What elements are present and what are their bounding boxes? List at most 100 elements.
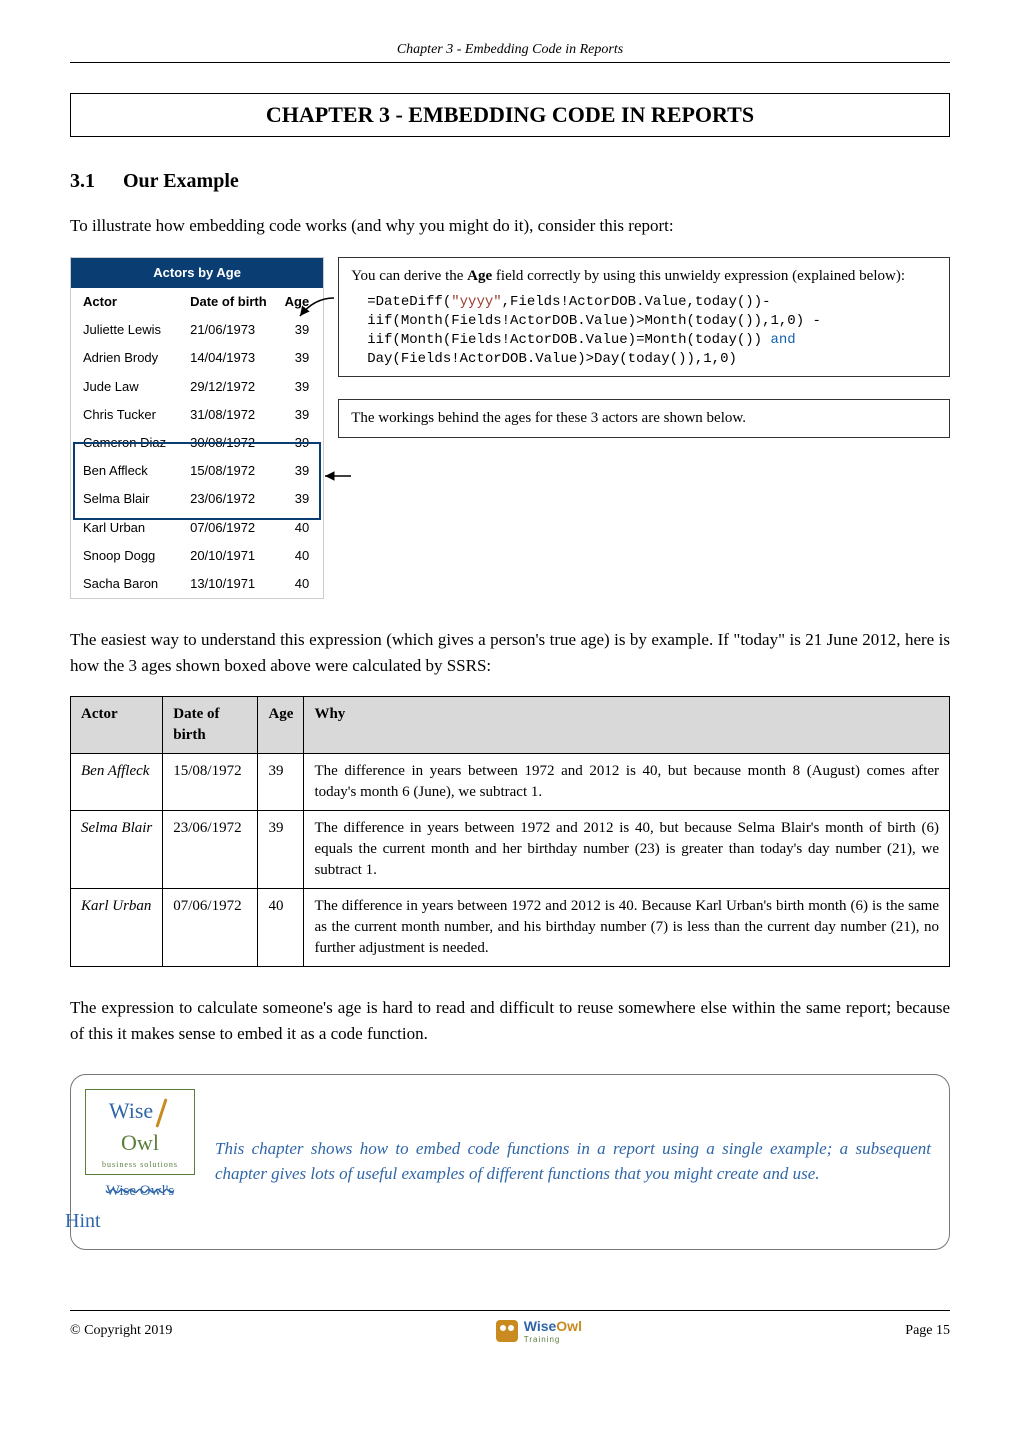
logo-subtitle: business solutions bbox=[90, 1159, 190, 1170]
callout-lead: You can derive the Age field correctly b… bbox=[351, 266, 937, 287]
cell-actor: Chris Tucker bbox=[71, 401, 178, 429]
callout-expression: You can derive the Age field correctly b… bbox=[338, 257, 950, 378]
cell-age: 39 bbox=[258, 811, 304, 889]
cell-actor: Adrien Brody bbox=[71, 344, 178, 372]
actors-report: Actors by Age Actor Date of birth Age Ju… bbox=[70, 257, 324, 599]
section-title: Our Example bbox=[123, 170, 239, 192]
cell-age: 39 bbox=[279, 457, 324, 485]
cell-actor: Juliette Lewis bbox=[71, 316, 178, 344]
cell-dob: 07/06/1972 bbox=[163, 889, 258, 967]
why-col-age: Age bbox=[258, 697, 304, 754]
col-age: Age bbox=[279, 288, 324, 316]
cell-age: 40 bbox=[258, 889, 304, 967]
table-row: Ben Affleck15/08/197239The difference in… bbox=[71, 754, 950, 811]
footer-training: Training bbox=[524, 1334, 582, 1345]
table-row: Karl Urban07/06/197240 bbox=[71, 514, 323, 542]
paragraph-conclusion: The expression to calculate someone's ag… bbox=[70, 995, 950, 1046]
callout-workings-text: The workings behind the ages for these 3… bbox=[351, 410, 746, 426]
code-l3-kw: and bbox=[770, 332, 795, 348]
cell-actor: Selma Blair bbox=[71, 811, 163, 889]
cell-actor: Ben Affleck bbox=[71, 457, 178, 485]
cell-dob: 23/06/1972 bbox=[178, 485, 279, 513]
table-row: Selma Blair23/06/197239 bbox=[71, 485, 323, 513]
why-col-dob: Date of birth bbox=[163, 697, 258, 754]
cell-age: 40 bbox=[279, 514, 324, 542]
hint-box: WiseOwl business solutions Wise Owl's Hi… bbox=[70, 1074, 950, 1250]
cell-age: 39 bbox=[279, 344, 324, 372]
cell-age: 39 bbox=[279, 316, 324, 344]
callout-lead-a: You can derive the bbox=[351, 268, 467, 284]
cell-dob: 31/08/1972 bbox=[178, 401, 279, 429]
cell-dob: 20/10/1971 bbox=[178, 542, 279, 570]
code-l1a: =DateDiff( bbox=[367, 294, 451, 310]
table-row: Snoop Dogg20/10/197140 bbox=[71, 542, 323, 570]
logo-owl: Owl bbox=[121, 1130, 159, 1155]
cell-age: 39 bbox=[258, 754, 304, 811]
code-l3a: iif(Month(Fields!ActorDOB.Value)=Month(t… bbox=[367, 332, 770, 348]
callout-lead-bold: Age bbox=[467, 268, 492, 284]
why-table: Actor Date of birth Age Why Ben Affleck1… bbox=[70, 696, 950, 967]
logo-struck-inner: Wise Owl's bbox=[106, 1183, 174, 1199]
table-row: Sacha Baron13/10/197140 bbox=[71, 570, 323, 598]
page-footer: © Copyright 2019 WiseOwl Training Page 1… bbox=[70, 1310, 950, 1346]
col-actor: Actor bbox=[71, 288, 178, 316]
intro-paragraph: To illustrate how embedding code works (… bbox=[70, 213, 950, 239]
footer-wise: Wise bbox=[524, 1318, 557, 1334]
cell-why: The difference in years between 1972 and… bbox=[304, 811, 950, 889]
table-row: Jude Law29/12/197239 bbox=[71, 373, 323, 401]
footer-owl: Owl bbox=[556, 1318, 582, 1334]
cell-dob: 29/12/1972 bbox=[178, 373, 279, 401]
cell-age: 39 bbox=[279, 373, 324, 401]
logo-struck-text: Wise Owl's bbox=[106, 1181, 174, 1202]
owl-badge-icon bbox=[496, 1320, 518, 1342]
footer-copyright: © Copyright 2019 bbox=[70, 1321, 172, 1341]
cell-dob: 15/08/1972 bbox=[178, 457, 279, 485]
cell-dob: 30/08/1972 bbox=[178, 429, 279, 457]
cell-dob: 13/10/1971 bbox=[178, 570, 279, 598]
cell-actor: Karl Urban bbox=[71, 889, 163, 967]
paragraph-explain: The easiest way to understand this expre… bbox=[70, 627, 950, 678]
cell-age: 39 bbox=[279, 485, 324, 513]
table-row: Selma Blair23/06/197239The difference in… bbox=[71, 811, 950, 889]
cell-why: The difference in years between 1972 and… bbox=[304, 889, 950, 967]
cell-actor: Jude Law bbox=[71, 373, 178, 401]
cell-dob: 14/04/1973 bbox=[178, 344, 279, 372]
chapter-title: CHAPTER 3 - EMBEDDING CODE IN REPORTS bbox=[81, 100, 939, 131]
cell-actor: Selma Blair bbox=[71, 485, 178, 513]
table-row: Ben Affleck15/08/197239 bbox=[71, 457, 323, 485]
table-row: Karl Urban07/06/197240The difference in … bbox=[71, 889, 950, 967]
report-title: Actors by Age bbox=[71, 258, 323, 288]
cell-age: 39 bbox=[279, 429, 324, 457]
cell-actor: Snoop Dogg bbox=[71, 542, 178, 570]
code-l1b: ,Fields!ActorDOB.Value,today())- bbox=[502, 294, 771, 310]
chapter-title-box: CHAPTER 3 - EMBEDDING CODE IN REPORTS bbox=[70, 93, 950, 138]
cell-age: 40 bbox=[279, 542, 324, 570]
cell-actor: Karl Urban bbox=[71, 514, 178, 542]
why-col-actor: Actor bbox=[71, 697, 163, 754]
section-number: 3.1 bbox=[70, 167, 118, 195]
table-row: Adrien Brody14/04/197339 bbox=[71, 344, 323, 372]
cell-actor: Ben Affleck bbox=[71, 754, 163, 811]
cell-actor: Cameron Diaz bbox=[71, 429, 178, 457]
table-row: Cameron Diaz30/08/197239 bbox=[71, 429, 323, 457]
footer-page: Page 15 bbox=[905, 1321, 950, 1341]
wiseowl-logo: Wise Owl business solutions bbox=[85, 1089, 195, 1175]
expression-code: =DateDiff("yyyy",Fields!ActorDOB.Value,t… bbox=[351, 293, 937, 369]
figure-report-and-callouts: Actors by Age Actor Date of birth Age Ju… bbox=[70, 257, 950, 599]
arrow-to-workings-callout bbox=[323, 468, 353, 484]
logo-wise: Wise bbox=[109, 1098, 153, 1123]
col-dob: Date of birth bbox=[178, 288, 279, 316]
cell-dob: 21/06/1973 bbox=[178, 316, 279, 344]
cell-dob: 23/06/1972 bbox=[163, 811, 258, 889]
section-heading: 3.1 Our Example bbox=[70, 167, 950, 195]
hint-text: This chapter shows how to embed code fun… bbox=[215, 1137, 931, 1186]
code-l1-string: "yyyy" bbox=[451, 294, 501, 310]
cell-dob: 15/08/1972 bbox=[163, 754, 258, 811]
logo-slash-icon bbox=[148, 1100, 176, 1128]
code-l2: iif(Month(Fields!ActorDOB.Value)>Month(t… bbox=[367, 313, 821, 329]
cell-actor: Sacha Baron bbox=[71, 570, 178, 598]
actors-table: Actor Date of birth Age Juliette Lewis21… bbox=[71, 288, 323, 598]
table-row: Chris Tucker31/08/197239 bbox=[71, 401, 323, 429]
cell-age: 39 bbox=[279, 401, 324, 429]
cell-dob: 07/06/1972 bbox=[178, 514, 279, 542]
